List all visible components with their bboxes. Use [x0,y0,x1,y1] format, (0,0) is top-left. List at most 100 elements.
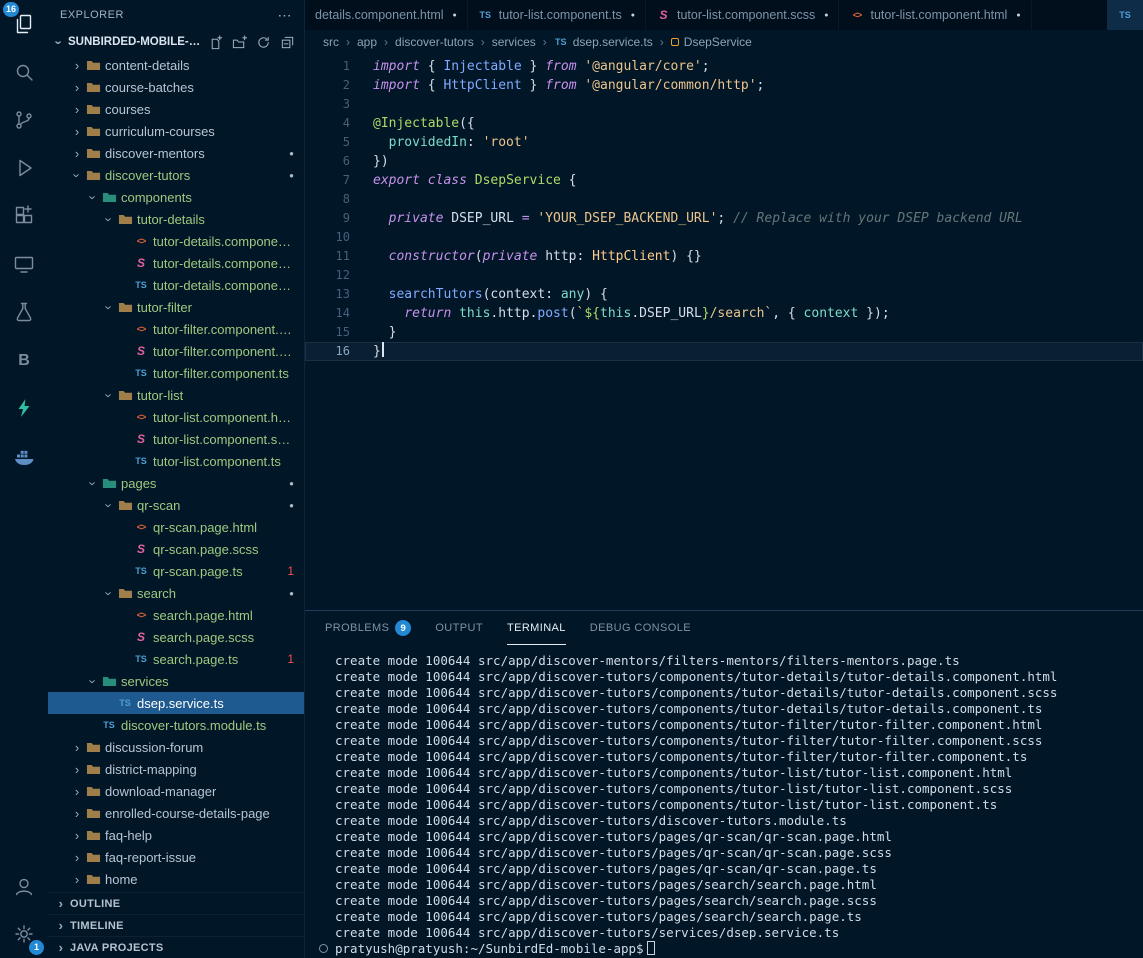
tree-item-tutor-filter.component.h[interactable]: <>tutor-filter.component.h… [48,318,304,340]
line-number[interactable]: 12 [305,266,350,285]
line-number[interactable]: 9 [305,209,350,228]
code-line[interactable]: 10 [305,228,1143,247]
tree-item-home[interactable]: ›home [48,868,304,890]
tree-item-services[interactable]: ›services [48,670,304,692]
tree-item-tutor-list.component.html[interactable]: <>tutor-list.component.html [48,406,304,428]
tab-active-file[interactable]: TS [1107,0,1143,30]
collapse-all-icon[interactable] [279,34,296,51]
tree-item-curriculum-courses[interactable]: ›curriculum-courses [48,120,304,142]
tree-item-tutor-list.component.ts[interactable]: TStutor-list.component.ts [48,450,304,472]
code-line[interactable]: 6}) [305,152,1143,171]
tree-item-content-details[interactable]: ›content-details [48,54,304,76]
panel-tab-output[interactable]: OUTPUT [435,611,483,645]
tree-item-course-batches[interactable]: ›course-batches [48,76,304,98]
code-line[interactable]: 5 providedIn: 'root' [305,133,1143,152]
activity-extensions[interactable] [0,192,48,240]
tab-details.component.html[interactable]: details.component.html● [305,0,468,30]
refresh-icon[interactable] [255,34,272,51]
tree-item-tutor-details[interactable]: ›tutor-details [48,208,304,230]
activity-account[interactable] [0,862,48,910]
line-number[interactable]: 8 [305,190,350,209]
panel-tab-debug-console[interactable]: DEBUG CONSOLE [590,611,691,645]
line-number[interactable]: 6 [305,152,350,171]
tree-item-tutor-filter[interactable]: ›tutor-filter [48,296,304,318]
code-line[interactable]: 9 private DSEP_URL = 'YOUR_DSEP_BACKEND_… [305,209,1143,228]
tree-item-discover-tutors.module.ts[interactable]: TSdiscover-tutors.module.ts [48,714,304,736]
activity-source-control[interactable] [0,96,48,144]
tree-root-folder[interactable]: › SUNBIRDED-MOBILE-APP [48,30,304,54]
new-folder-icon[interactable] [231,34,248,51]
line-number[interactable]: 15 [305,323,350,342]
breadcrumb-item-src[interactable]: src [323,35,339,49]
code-line[interactable]: 7export class DsepService { [305,171,1143,190]
code-line[interactable]: 11 constructor(private http: HttpClient)… [305,247,1143,266]
line-number[interactable]: 5 [305,133,350,152]
tree-item-faq-help[interactable]: ›faq-help [48,824,304,846]
new-file-icon[interactable] [207,34,224,51]
tree-item-tutor-filter.component.ts[interactable]: TStutor-filter.component.ts [48,362,304,384]
code-line[interactable]: 2import { HttpClient } from '@angular/co… [305,76,1143,95]
tree-item-district-mapping[interactable]: ›district-mapping [48,758,304,780]
breadcrumb-item-app[interactable]: app [357,35,377,49]
activity-run-debug[interactable] [0,144,48,192]
sidebar-section-outline[interactable]: ›OUTLINE [48,892,304,914]
activity-remote-explorer[interactable] [0,240,48,288]
line-number[interactable]: 3 [305,95,350,114]
tree-item-tutor-list[interactable]: ›tutor-list [48,384,304,406]
line-number[interactable]: 2 [305,76,350,95]
line-number[interactable]: 1 [305,57,350,76]
code-line[interactable]: 8 [305,190,1143,209]
terminal[interactable]: create mode 100644 src/app/discover-ment… [305,645,1143,958]
line-number[interactable]: 10 [305,228,350,247]
tree-item-components[interactable]: ›components [48,186,304,208]
tree-item-tutor-details.component[interactable]: TStutor-details.component… [48,274,304,296]
tree-item-faq-report-issue[interactable]: ›faq-report-issue [48,846,304,868]
tree-item-discover-mentors[interactable]: ›discover-mentors● [48,142,304,164]
activity-bookmarks[interactable]: B [0,336,48,384]
activity-thunder-client[interactable] [0,384,48,432]
more-actions-icon[interactable]: ⋯ [278,7,293,24]
activity-search[interactable] [0,48,48,96]
tree-item-discussion-forum[interactable]: ›discussion-forum [48,736,304,758]
code-line[interactable]: 15 } [305,323,1143,342]
tab-tutor-list.component.ts[interactable]: TStutor-list.component.ts● [468,0,646,30]
breadcrumb-item-dsep.service.ts[interactable]: TSdsep.service.ts [554,35,653,49]
activity-docker[interactable] [0,432,48,480]
code-line[interactable]: 13 searchTutors(context: any) { [305,285,1143,304]
tab-tutor-list.component.scss[interactable]: Stutor-list.component.scss● [646,0,839,30]
code-line[interactable]: 12 [305,266,1143,285]
tree-item-tutor-details.component[interactable]: Stutor-details.component… [48,252,304,274]
activity-explorer[interactable]: 16 [0,0,48,48]
tab-tutor-list.component.html[interactable]: <>tutor-list.component.html● [839,0,1031,30]
line-number[interactable]: 11 [305,247,350,266]
line-number[interactable]: 16 [305,342,350,361]
code-line[interactable]: 16} [305,342,1143,361]
sidebar-section-timeline[interactable]: ›TIMELINE [48,914,304,936]
line-number[interactable]: 13 [305,285,350,304]
tree-item-courses[interactable]: ›courses [48,98,304,120]
tree-item-qr-scan.page.html[interactable]: <>qr-scan.page.html [48,516,304,538]
activity-settings[interactable]: 1 [0,910,48,958]
code-line[interactable]: 3 [305,95,1143,114]
terminal-prompt[interactable]: pratyush@pratyush:~/SunbirdEd-mobile-app… [335,941,1143,957]
tree-item-pages[interactable]: ›pages● [48,472,304,494]
breadcrumb-item-discover-tutors[interactable]: discover-tutors [395,35,474,49]
tree-item-qr-scan.page.ts[interactable]: TSqr-scan.page.ts1 [48,560,304,582]
tree-item-enrolled-course-details-page[interactable]: ›enrolled-course-details-page [48,802,304,824]
panel-tab-problems[interactable]: PROBLEMS9 [325,611,411,645]
activity-testing[interactable] [0,288,48,336]
tree-item-qr-scan[interactable]: ›qr-scan● [48,494,304,516]
tree-item-dsep.service.ts[interactable]: TSdsep.service.ts [48,692,304,714]
tree-item-search[interactable]: ›search● [48,582,304,604]
tree-item-search.page.scss[interactable]: Ssearch.page.scss [48,626,304,648]
tree-item-tutor-details.component[interactable]: <>tutor-details.component… [48,230,304,252]
tree-item-search.page.html[interactable]: <>search.page.html [48,604,304,626]
breadcrumb-item-services[interactable]: services [492,35,536,49]
tree-item-tutor-list.component.scss[interactable]: Stutor-list.component.scss [48,428,304,450]
code-line[interactable]: 4@Injectable({ [305,114,1143,133]
breadcrumb-item-dsepservice[interactable]: DsepService [671,35,752,49]
code-line[interactable]: 1import { Injectable } from '@angular/co… [305,57,1143,76]
code-line[interactable]: 14 return this.http.post(`${this.DSEP_UR… [305,304,1143,323]
tree-item-search.page.ts[interactable]: TSsearch.page.ts1 [48,648,304,670]
line-number[interactable]: 14 [305,304,350,323]
